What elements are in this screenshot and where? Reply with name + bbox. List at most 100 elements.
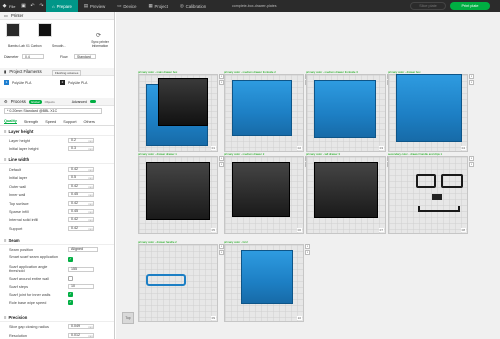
scarf-inner-label: Scarf joint for inner walls <box>9 293 51 297</box>
seam-section: ≡ Seam <box>0 237 114 245</box>
subtab-support[interactable]: Support <box>63 120 76 124</box>
objects-toggle[interactable]: Objects <box>45 100 55 104</box>
subtab-others[interactable]: Others <box>84 120 95 124</box>
plate-settings-icon[interactable]: ▪ <box>469 162 474 167</box>
precision-icon: ≡ <box>4 315 7 320</box>
setting-label: Support <box>9 226 23 231</box>
advanced-switch[interactable] <box>89 100 96 103</box>
plate-lock-icon[interactable]: ▪ <box>305 244 310 249</box>
plate-label: primary color - drawer handle 2 <box>138 240 177 244</box>
title-bar: ◆ File ▣ ↶ ↷ ⌂ Prepare ▤ Preview ▭ Device ▦… <box>0 0 500 12</box>
flow-label: Flow <box>60 55 68 59</box>
seam-position-select[interactable]: Aligned <box>68 247 98 252</box>
tab-calibration[interactable]: ◎ Calibration <box>174 0 212 12</box>
window-title: complete-box-drawer-plates <box>232 4 277 8</box>
sync-icon[interactable]: ⟳ <box>96 32 101 39</box>
tab-project[interactable]: ▦ Project <box>142 0 173 12</box>
redo-icon[interactable]: ↷ <box>37 3 46 9</box>
filament-1-swatch[interactable]: 1 <box>4 80 9 85</box>
plate-settings-icon[interactable]: ▪ <box>305 250 310 255</box>
print-plate-button[interactable]: Print plate <box>450 2 490 10</box>
scarf-around-label: Scarf around entire wall <box>9 277 49 281</box>
build-plate[interactable]: 08 <box>388 156 468 234</box>
handle-model-3[interactable] <box>418 206 460 212</box>
plate-number: 01 <box>210 146 216 150</box>
3d-canvas[interactable]: 01 primary color - main drawer box ▪ ▪ 0… <box>116 12 500 339</box>
subtab-strength[interactable]: Strength <box>24 120 38 124</box>
setting-label: Top surface <box>9 201 29 206</box>
view-cube[interactable]: Top <box>122 312 134 324</box>
plate-number: 06 <box>296 228 302 232</box>
line-width-section: ≡ Line width <box>0 156 114 164</box>
clip-model[interactable] <box>432 194 442 200</box>
subtab-quality[interactable]: Quality <box>4 119 17 124</box>
process-icon: ⚙ <box>4 99 8 104</box>
undo-icon[interactable]: ↶ <box>28 3 37 9</box>
plate-label: primary color - drawer drawer 1 <box>138 152 177 156</box>
setting-unit: mm <box>88 168 93 172</box>
setting-unit: mm <box>88 176 93 181</box>
flow-select[interactable]: Standard <box>74 54 96 59</box>
dark-frame-model[interactable] <box>158 78 208 126</box>
setting-label: Internal solid infill <box>9 218 39 223</box>
setting-label: Resolution <box>9 333 27 338</box>
process-subtabs: Quality Strength Speed Support Others <box>0 118 114 126</box>
drawer-model-5[interactable] <box>146 162 210 220</box>
plate-label: primary color - tall drawer 3 <box>306 152 340 156</box>
subtab-speed[interactable]: Speed <box>45 120 56 124</box>
scarf-around-checkbox[interactable] <box>68 276 73 281</box>
sync-printer-label[interactable]: Sync printer information <box>86 40 114 48</box>
global-toggle[interactable]: Global <box>28 99 42 104</box>
save-icon[interactable]: ▣ <box>19 3 28 9</box>
drawer-model-3[interactable] <box>314 80 376 138</box>
drawer-model-2[interactable] <box>232 80 292 136</box>
plate-label: primary color - lid 2 <box>224 240 248 244</box>
setting-unit: mm <box>88 139 93 143</box>
role-based-checkbox[interactable]: ✓ <box>68 300 73 305</box>
flushing-volumes-button[interactable]: Flushing volumes <box>52 70 82 76</box>
plate-number: 07 <box>378 228 384 232</box>
drawer-model-6[interactable] <box>232 162 290 217</box>
process-profile-select[interactable]: * 0.20mm Standard @BBL X1C <box>4 108 102 114</box>
tab-prepare[interactable]: ⌂ Prepare <box>46 0 78 12</box>
filament-2-swatch[interactable]: 2 <box>60 80 65 85</box>
tab-preview[interactable]: ▤ Preview <box>78 0 111 12</box>
plate-type[interactable]: Smooth... <box>52 44 66 48</box>
file-menu[interactable]: File <box>9 4 19 9</box>
plate-number: 05 <box>210 228 216 232</box>
filament-2-name[interactable]: PolyLite PLA <box>68 81 87 85</box>
plate-number: 08 <box>460 228 466 232</box>
plate-label: primary color - main drawer box <box>138 70 178 74</box>
drawer-model-7[interactable] <box>314 162 378 218</box>
plate-image <box>38 23 52 37</box>
plate-lock-icon[interactable]: ▪ <box>469 156 474 161</box>
lid-model[interactable] <box>241 250 293 304</box>
filament-1-name[interactable]: PolyLite PLA <box>12 81 31 85</box>
diameter-select[interactable]: 0.4 <box>22 54 44 59</box>
handle-model-1[interactable] <box>416 174 436 188</box>
printer-header: ▭ Printer <box>0 12 114 20</box>
smart-scarf-checkbox[interactable]: ✓ <box>68 257 73 262</box>
tab-device[interactable]: ▭ Device <box>111 0 142 12</box>
handle-model-2[interactable] <box>441 174 463 188</box>
scarf-steps-input[interactable]: 10 <box>68 284 94 289</box>
plate-number: 09 <box>210 316 216 320</box>
plate-label: primary color - medium drawer frontside … <box>306 70 358 74</box>
setting-label: Sparse infill <box>9 210 29 214</box>
setting-unit: mm <box>88 193 93 198</box>
plate-lock-icon[interactable]: ▪ <box>469 74 474 79</box>
scarf-threshold-input[interactable]: 155 <box>68 267 94 272</box>
precision-section: ≡ Precision <box>0 314 114 322</box>
blue-handle-model[interactable] <box>146 274 186 286</box>
filament-icon: ▮ <box>4 69 7 74</box>
printer-name[interactable]: Bambu Lab X1 Carbon <box>8 44 42 48</box>
process-header: ⚙ Process Global Objects Advanced <box>0 98 114 106</box>
drawer-model-4[interactable] <box>396 74 462 142</box>
plate-settings-icon[interactable]: ▪ <box>469 80 474 85</box>
scarf-steps-label: Scarf steps <box>9 285 28 289</box>
scarf-inner-checkbox[interactable]: ✓ <box>68 292 73 297</box>
layer-height-section: ≡ Layer height <box>0 128 114 136</box>
slice-plate-button[interactable]: Slice plate <box>410 2 446 10</box>
preview-icon: ▤ <box>83 3 88 8</box>
device-icon: ▭ <box>117 3 122 8</box>
